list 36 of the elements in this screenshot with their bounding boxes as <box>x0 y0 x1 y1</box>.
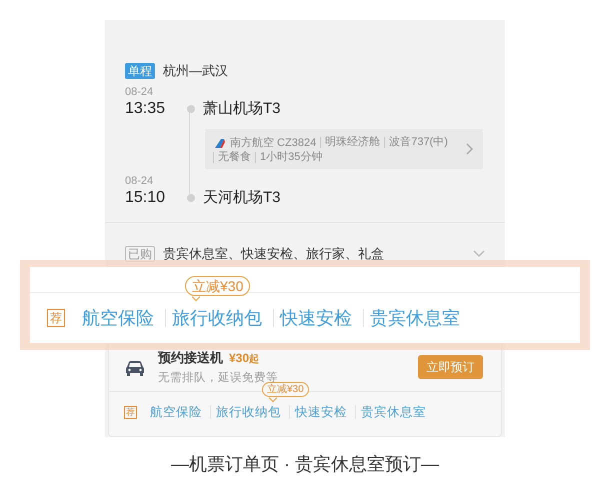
service-link[interactable]: 快速安检 <box>280 304 352 332</box>
service-subtitle: 无需排队，延误免费等 <box>158 370 278 384</box>
caption: —机票订单页 · 贵宾休息室预订— <box>170 453 440 476</box>
flight-detail-text: 1小时35分钟 <box>255 152 326 162</box>
chevron-right-icon <box>465 143 473 155</box>
price-text: ¥30起 <box>229 350 260 368</box>
airport-name: 天河机场T3 <box>203 188 281 208</box>
service-link[interactable]: 贵宾休息室 <box>361 402 426 422</box>
flight-detail-text: 波音737(中) <box>384 137 452 148</box>
time-text: 13:35 <box>125 99 166 119</box>
flight-detail-text: 南方航空 CZ3824 <box>230 136 318 150</box>
airline-logo-icon <box>213 136 225 148</box>
discount-badge: 立减¥30 <box>185 276 250 296</box>
chevron-down-icon <box>473 250 485 258</box>
service-title: 预约接送机 <box>158 349 223 368</box>
service-link[interactable]: 旅行收纳包 <box>216 402 281 422</box>
flight-detail-text: 明珠经济舱 <box>320 137 384 148</box>
car-icon <box>125 358 145 376</box>
recommend-tag: 荐 <box>47 309 65 327</box>
date-text: 08-24 <box>125 175 154 188</box>
trip-type-badge: 单程 <box>125 63 155 79</box>
flight-info-box[interactable]: 南方航空 CZ3824 明珠经济舱 波音737(中) 无餐食 1小时35分钟 <box>205 129 483 169</box>
recommend-tag: 荐 <box>124 406 137 418</box>
book-now-button[interactable]: 立即预订 <box>418 355 483 379</box>
service-link[interactable]: 快速安检 <box>295 402 347 422</box>
service-link[interactable]: 航空保险 <box>150 402 202 422</box>
purchased-services: 贵宾休息室、快速安检、旅行家、礼盒 <box>163 245 385 264</box>
flight-detail-text: 无餐食 <box>213 152 255 162</box>
service-link[interactable]: 旅行收纳包 <box>172 304 262 332</box>
date-text: 08-24 <box>125 86 154 99</box>
discount-badge: 立减¥30 <box>262 382 309 397</box>
airport-name: 萧山机场T3 <box>203 99 281 119</box>
route-text: 杭州—武汉 <box>163 62 228 80</box>
service-link[interactable]: 贵宾休息室 <box>370 304 460 332</box>
service-link[interactable]: 航空保险 <box>82 304 154 332</box>
time-text: 15:10 <box>125 188 166 208</box>
